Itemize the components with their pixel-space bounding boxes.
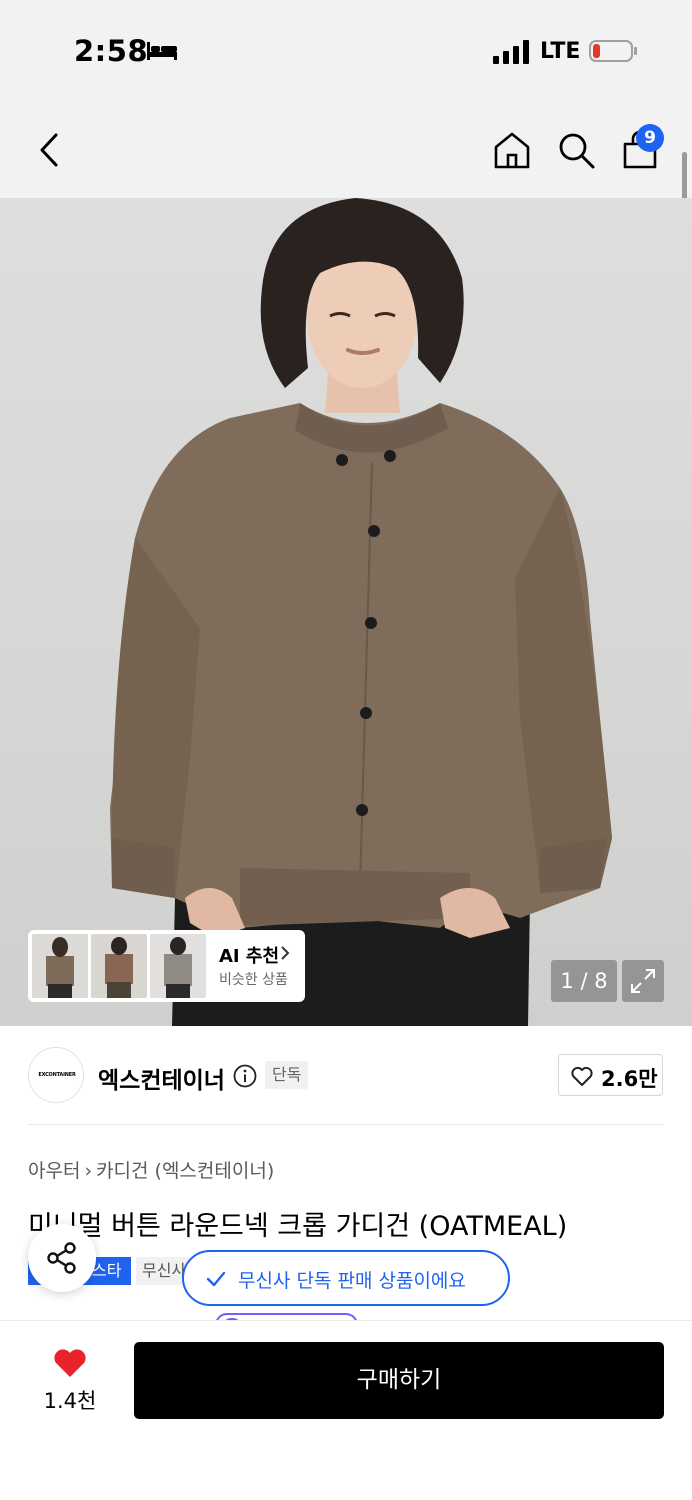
brand-logo[interactable]: EXCONTAINER xyxy=(28,1047,84,1103)
network-label: LTE xyxy=(540,39,581,64)
share-button[interactable] xyxy=(28,1224,96,1292)
check-icon xyxy=(206,1271,226,1287)
home-icon[interactable] xyxy=(492,130,532,170)
status-bar: 2:58 LTE xyxy=(0,0,692,100)
product-title: 미니멀 버튼 라운드넥 크롭 가디건 (OATMEAL) xyxy=(28,1211,568,1242)
brand-like-button[interactable]: 2.6만 xyxy=(558,1054,663,1096)
brand-logo-text: EXCONTAINER xyxy=(38,1072,76,1078)
expand-icon xyxy=(631,969,655,993)
ai-thumbnail[interactable] xyxy=(150,934,206,998)
toast-text: 무신사 단독 판매 상품이에요 xyxy=(238,1270,466,1292)
breadcrumb-item[interactable]: 카디건 (엑스컨테이너) xyxy=(96,1160,274,1182)
wish-count: 1.4천 xyxy=(43,1389,97,1413)
breadcrumb-item[interactable]: 아우터 xyxy=(28,1160,80,1182)
ai-thumbnail[interactable] xyxy=(32,934,88,998)
exclusive-tag: 단독 xyxy=(265,1061,309,1089)
nav-bar xyxy=(0,100,692,198)
heart-outline-icon xyxy=(571,1066,593,1086)
battery-icon xyxy=(589,40,637,62)
brand-name[interactable]: 엑스컨테이너 xyxy=(98,1061,225,1095)
cart-badge: 9 xyxy=(636,124,664,152)
search-icon[interactable] xyxy=(556,130,596,170)
share-icon xyxy=(47,1242,76,1274)
sleep-bed-icon xyxy=(147,42,177,60)
ai-recommend-subtitle: 비슷한 상품 xyxy=(219,972,288,988)
buy-button[interactable]: 구매하기 xyxy=(134,1342,664,1419)
model-illustration xyxy=(110,198,612,1026)
chevron-right-icon xyxy=(281,946,290,960)
info-icon[interactable] xyxy=(233,1064,257,1088)
ai-thumbnail[interactable] xyxy=(91,934,147,998)
brand-like-count: 2.6만 xyxy=(601,1067,658,1091)
heart-filled-icon[interactable] xyxy=(52,1346,88,1378)
divider xyxy=(28,1124,664,1125)
ai-recommend-title[interactable]: AI 추천 xyxy=(219,942,279,968)
expand-button[interactable] xyxy=(622,960,664,1002)
product-image[interactable] xyxy=(0,198,692,1026)
chevron-right-icon: › xyxy=(84,1160,93,1182)
breadcrumb: 아우터 › 카디건 (엑스컨테이너) xyxy=(28,1156,274,1183)
exclusive-toast: 무신사 단독 판매 상품이에요 xyxy=(182,1250,510,1306)
status-time: 2:58 xyxy=(74,34,149,68)
image-page-counter: 1 / 8 xyxy=(551,960,617,1002)
back-icon[interactable] xyxy=(36,132,62,168)
signal-icon xyxy=(493,40,529,64)
